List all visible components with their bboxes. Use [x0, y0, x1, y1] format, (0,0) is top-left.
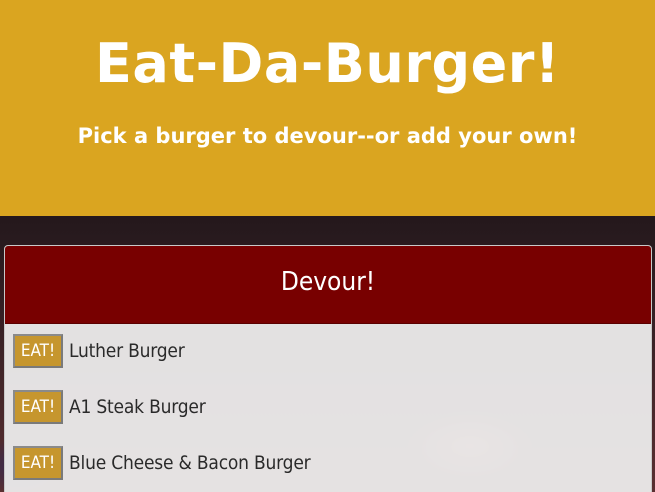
devour-panel-heading: Devour!	[5, 246, 651, 324]
devour-panel: Devour! EAT! Luther Burger EAT! A1 Steak…	[4, 245, 652, 492]
burger-list-item: EAT! Luther Burger	[13, 333, 185, 369]
page-subtitle: Pick a burger to devour--or add your own…	[77, 124, 578, 148]
page-title: Eat-Da-Burger!	[95, 32, 560, 95]
burger-list-item: EAT! A1 Steak Burger	[13, 389, 206, 425]
burger-list-item: EAT! Blue Cheese & Bacon Burger	[13, 445, 311, 481]
eat-button[interactable]: EAT!	[13, 390, 63, 424]
eat-button[interactable]: EAT!	[13, 334, 63, 368]
burger-name: A1 Steak Burger	[69, 396, 206, 418]
burger-name: Luther Burger	[69, 340, 185, 362]
eat-button[interactable]: EAT!	[13, 446, 63, 480]
burger-name: Blue Cheese & Bacon Burger	[69, 452, 311, 474]
jumbotron-header: Eat-Da-Burger! Pick a burger to devour--…	[0, 0, 655, 216]
